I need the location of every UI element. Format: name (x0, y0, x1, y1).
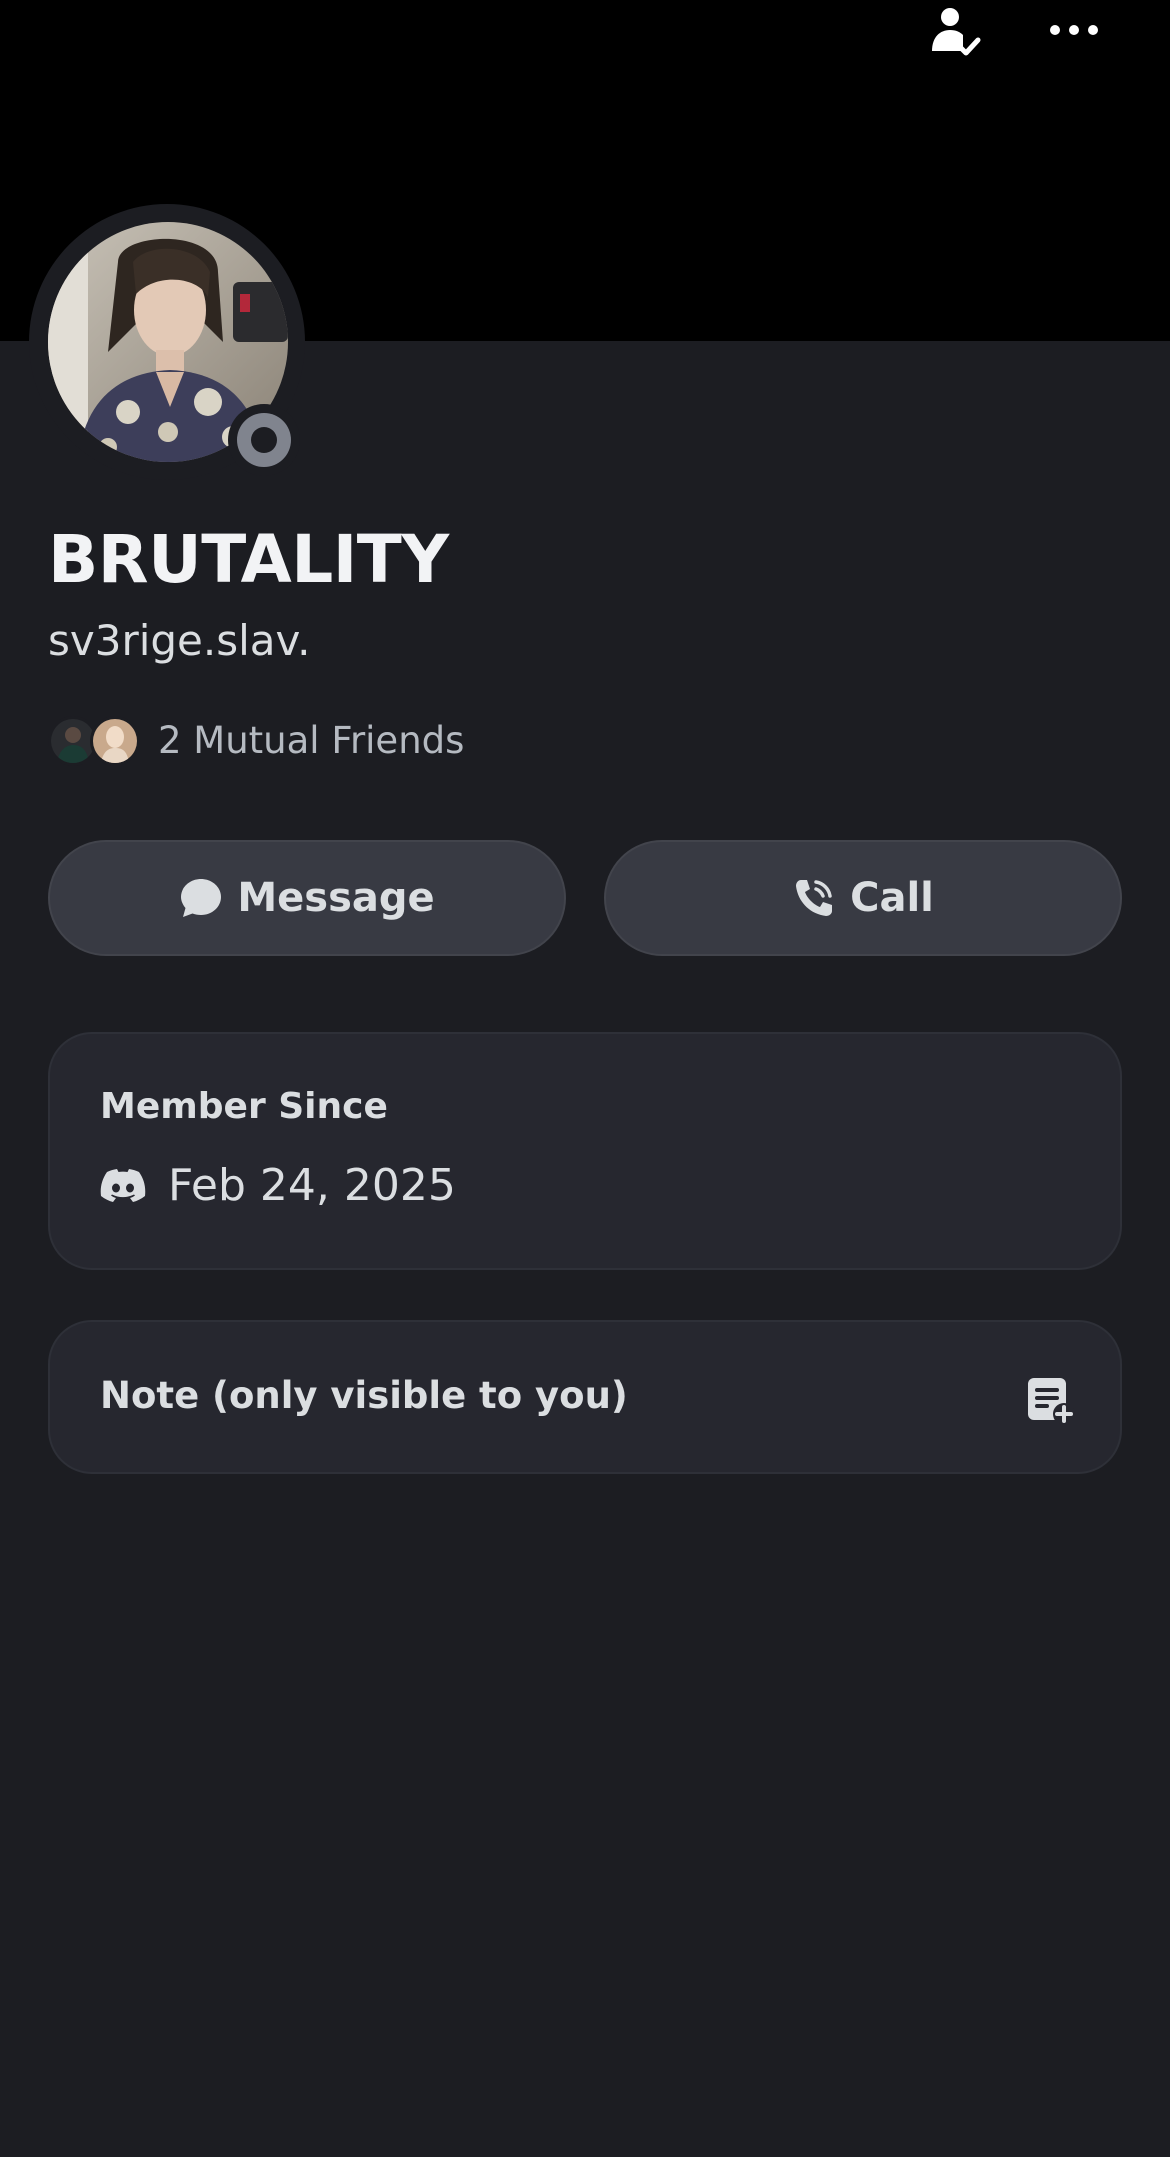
more-options-button[interactable] (1044, 2, 1104, 58)
mutual-friends[interactable]: 2 Mutual Friends (48, 714, 464, 768)
username: sv3rige.slav. (48, 616, 311, 665)
display-name: BRUTALITY (48, 521, 449, 598)
member-since-title: Member Since (100, 1086, 388, 1127)
offline-status-icon (237, 413, 291, 467)
note-label: Note (only visible to you) (100, 1374, 628, 1417)
chat-bubble-icon (181, 879, 222, 917)
phone-call-icon (796, 880, 833, 916)
status-indicator (228, 404, 300, 476)
discord-logo-icon (100, 1168, 146, 1202)
friend-check-icon (932, 8, 981, 56)
friend-status-button[interactable] (925, 2, 985, 62)
note-card[interactable]: Note (only visible to you) (48, 1320, 1122, 1474)
mutual-friends-label: 2 Mutual Friends (158, 719, 465, 762)
message-button[interactable]: Message (48, 840, 566, 956)
member-since-card: Member Since Feb 24, 2025 (48, 1032, 1122, 1270)
mutual-friend-avatar (90, 716, 140, 766)
call-button[interactable]: Call (604, 840, 1122, 956)
member-since-date: Feb 24, 2025 (168, 1160, 456, 1211)
message-button-label: Message (237, 875, 435, 921)
add-note-icon[interactable] (1024, 1374, 1076, 1426)
more-horizontal-icon (1050, 25, 1098, 35)
call-button-label: Call (850, 875, 934, 921)
